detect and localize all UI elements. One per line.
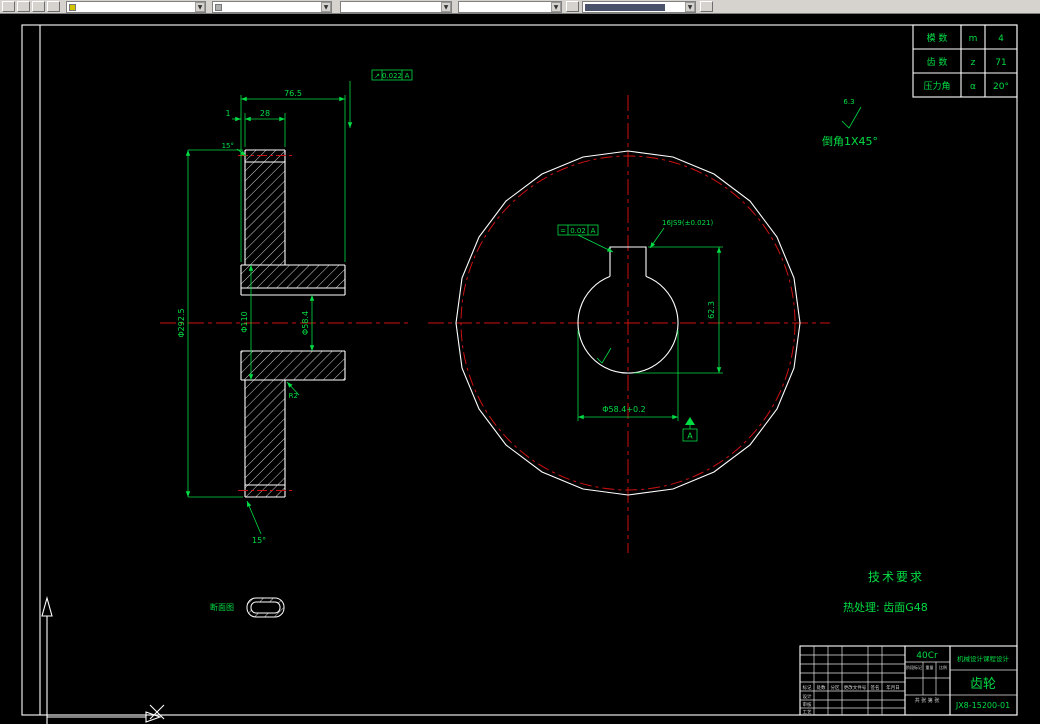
dim-rim-width: 28 — [260, 109, 270, 118]
revision-label: 分区 — [831, 684, 840, 691]
param-symbol: m — [969, 34, 978, 44]
cad-canvas[interactable]: 模 数 m 4 齿 数 z 71 压力角 α 20° 6.3 倒角1X45° 技… — [0, 14, 1040, 724]
chevron-down-icon[interactable]: ▼ — [551, 2, 561, 12]
dim-bore-diameter: Φ58.4+0.2 — [602, 405, 646, 414]
stage-label: 比例 — [939, 664, 947, 670]
lineweight-combo[interactable]: ▼ — [458, 1, 562, 13]
fcf-value: 0.02 — [570, 227, 586, 235]
dim-hub-diameter: Φ110 — [240, 311, 249, 333]
param-label: 压力角 — [923, 80, 950, 92]
section-view: ↗ 0.022 A 76.5 28 1 Φ292.5 Φ110 Φ58.4 R2… — [160, 69, 413, 545]
fcf-symbol: ↗ — [374, 72, 380, 80]
chevron-down-icon[interactable]: ▼ — [321, 2, 331, 12]
dim-chamfer-bottom: 15° — [252, 536, 266, 545]
fcf-face-runout: ↗ 0.022 A — [371, 69, 413, 81]
fcf-symbol: = — [560, 227, 566, 235]
revision-label: 更改文件号 — [844, 684, 867, 691]
keyway-section-detail: 断面图 — [210, 597, 285, 618]
front-view: = 0.02 A A 16JS9(±0.021) 62.3 Φ58.4+0.2 — [428, 95, 830, 553]
param-symbol: z — [971, 58, 976, 68]
datum-letter: A — [687, 432, 693, 441]
linetype-combo[interactable]: ▼ — [340, 1, 452, 13]
revision-label: 年月日 — [886, 684, 900, 691]
hatch-lower-rim — [245, 380, 285, 497]
revision-grid — [800, 646, 905, 715]
color-swatch-icon — [215, 3, 222, 11]
tech-requirements-body: 热处理: 齿面G48 — [843, 601, 928, 614]
toolbar-button-5[interactable] — [700, 1, 713, 12]
hatch-upper-hub — [241, 265, 345, 288]
gear-parameter-table: 模 数 m 4 齿 数 z 71 压力角 α 20° — [912, 24, 1018, 98]
fcf-value: 0.022 — [382, 72, 402, 80]
chevron-down-icon[interactable]: ▼ — [685, 2, 695, 12]
hatch-lower-hub — [241, 351, 345, 380]
staff-label: 设计 — [803, 693, 812, 700]
hatch-upper-rim — [245, 150, 285, 265]
ucs-icon — [41, 595, 165, 724]
dim-keyway-depth: 62.3 — [707, 301, 716, 319]
toolbar-button-1[interactable] — [2, 1, 15, 12]
staff-label: 工艺 — [803, 710, 812, 716]
title-block: 标记 处数 分区 更改文件号 签名 年月日 设计 审核 工艺 40Cr 阶段标记… — [799, 645, 1018, 716]
roughness-value: 6.3 — [843, 98, 854, 106]
dim-step-width: 1 — [225, 109, 230, 118]
param-symbol: α — [970, 82, 976, 92]
chevron-down-icon[interactable]: ▼ — [441, 2, 451, 12]
dim-fillet: R2 — [289, 392, 298, 400]
dim-chamfer-top: 15° — [222, 142, 234, 150]
general-notes: 6.3 倒角1X45° 技术要求 热处理: 齿面G48 — [822, 98, 928, 614]
top-toolbar: ▼ ▼ ▼ ▼ ▼ — [0, 0, 1040, 14]
toolbar-button-2[interactable] — [17, 1, 30, 12]
section-detail-label: 断面图 — [210, 602, 234, 612]
dim-keyway-width: 16JS9(±0.021) — [662, 219, 714, 227]
color-combo[interactable]: ▼ — [212, 1, 332, 13]
ucs-y-arrow-icon — [41, 595, 53, 617]
param-label: 齿 数 — [927, 56, 948, 68]
dim-total-width: 76.5 — [284, 89, 302, 98]
chevron-down-icon[interactable]: ▼ — [195, 2, 205, 12]
toolbar-button-4[interactable] — [566, 1, 579, 12]
staff-label: 审核 — [803, 701, 812, 708]
unit-name: 机械设计课程设计 — [957, 654, 1010, 663]
toolbar-button-3[interactable] — [32, 1, 45, 12]
roughness-icon — [841, 106, 862, 129]
drawing-number: JX8-15200-01 — [955, 701, 1010, 710]
layer-combo[interactable]: ▼ — [66, 1, 206, 13]
tech-requirements-title: 技术要求 — [868, 570, 924, 584]
stage-label: 阶段标记 — [906, 664, 922, 670]
fcf-datum: A — [591, 227, 596, 235]
param-label: 模 数 — [927, 32, 948, 44]
fcf-keyway-symmetry: = 0.02 A — [557, 224, 599, 236]
param-value: 20° — [993, 82, 1009, 92]
plotstyle-combo[interactable]: ▼ — [582, 1, 696, 13]
revision-label: 签名 — [871, 684, 880, 691]
revision-label: 标记 — [803, 684, 812, 691]
sheet-label: 共 张 第 张 — [915, 697, 940, 704]
dim-tip-diameter: Φ292.5 — [177, 308, 186, 337]
layers-dialog-button[interactable] — [47, 1, 60, 12]
datum-flag: A — [682, 417, 698, 442]
layer-color-icon — [69, 3, 76, 11]
dim-bore-diameter-side: Φ58.4 — [301, 311, 310, 335]
plotstyle-preview-icon — [585, 3, 665, 11]
material: 40Cr — [916, 651, 938, 661]
revision-label: 处数 — [817, 684, 826, 691]
param-value: 4 — [998, 34, 1004, 44]
stage-label: 重量 — [926, 664, 934, 670]
part-name: 齿轮 — [970, 677, 996, 692]
front-dimension-lines — [577, 227, 723, 421]
param-value: 71 — [995, 58, 1006, 68]
chamfer-note: 倒角1X45° — [822, 135, 878, 148]
front-centerlines — [428, 95, 830, 553]
fcf-datum: A — [405, 72, 410, 80]
roughness-icon — [596, 347, 612, 364]
